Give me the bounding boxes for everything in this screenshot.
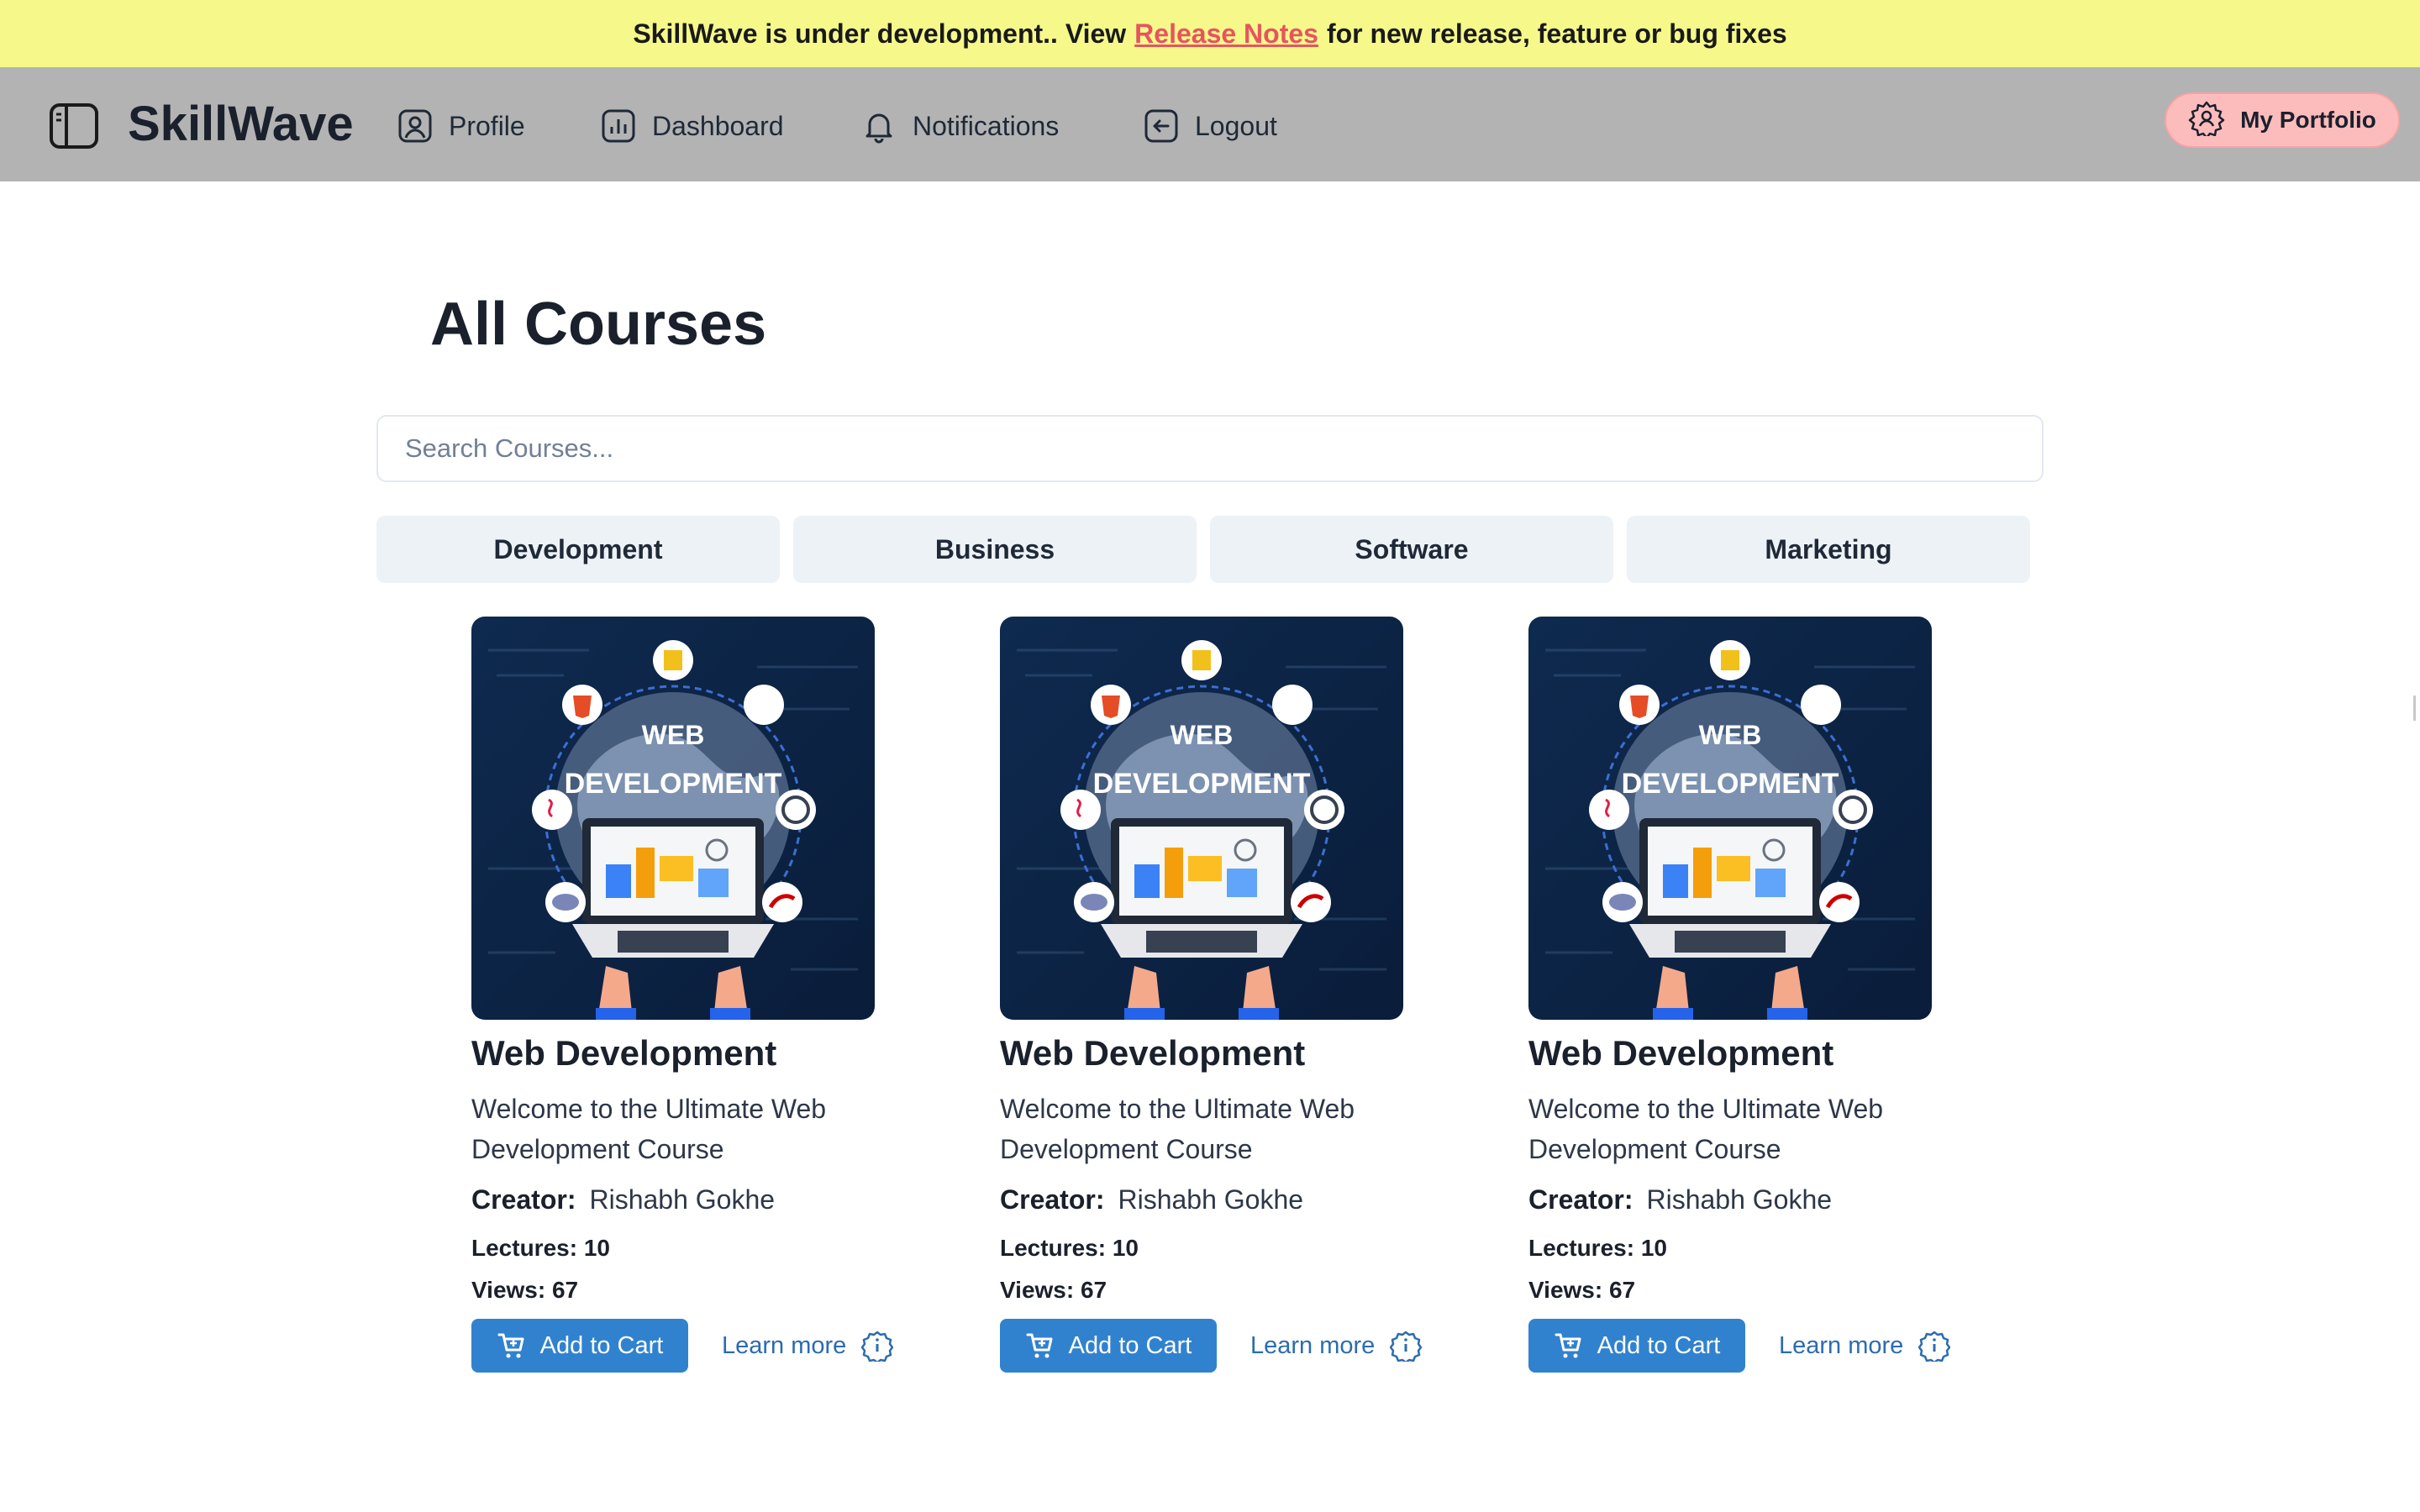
thumbnail-heading-line2: DEVELOPMENT [1093,768,1311,800]
cart-icon [497,1333,524,1358]
add-to-cart-button[interactable]: Add to Cart [1000,1319,1217,1373]
course-creator: Creator: Rishabh Gokhe [1000,1184,1303,1215]
dev-banner: SkillWave is under development.. View Re… [0,0,2420,67]
add-to-cart-label: Add to Cart [1068,1331,1192,1359]
page-title: All Courses [430,291,767,358]
release-notes-link[interactable]: Release Notes [1134,18,1318,50]
nav-item-profile[interactable]: Profile [397,102,525,150]
creator-name: Rishabh Gokhe [1118,1184,1304,1215]
tab-marketing[interactable]: Marketing [1627,516,2030,583]
creator-name: Rishabh Gokhe [1646,1184,1833,1215]
add-to-cart-label: Add to Cart [539,1331,664,1359]
sidebar-icon [50,103,98,149]
course-lectures: Lectures: 10 [1528,1235,1667,1261]
thumbnail-heading-line1: WEB [1699,720,1762,750]
learn-more-link[interactable]: Learn more [1779,1319,1951,1373]
course-views: Views: 67 [1000,1277,1107,1303]
cart-icon [1555,1333,1581,1358]
nav-item-notifications[interactable]: Notifications [860,102,1059,150]
course-thumbnail[interactable]: WEB DEVELOPMENT [471,617,875,1020]
tab-business[interactable]: Business [793,516,1197,583]
course-views: Views: 67 [1528,1277,1636,1303]
nav-item-logout[interactable]: Logout [1143,102,1277,150]
nav-item-label: Dashboard [652,110,784,141]
course-lectures: Lectures: 10 [471,1235,610,1261]
course-title: Web Development [471,1033,777,1073]
gear-icon [2188,99,2225,142]
creator-label: Creator: [1000,1184,1105,1215]
tab-development[interactable]: Development [376,516,780,583]
info-icon [1390,1331,1423,1362]
creator-label: Creator: [1528,1184,1634,1215]
course-lectures: Lectures: 10 [1000,1235,1139,1261]
logout-icon [1143,108,1180,144]
top-navbar: SkillWave Profile Dashboard Notification… [0,67,2420,181]
course-title: Web Development [1528,1033,1834,1073]
course-card: WEB DEVELOPMENT Web Development Welcome … [1000,617,1470,1373]
add-to-cart-button[interactable]: Add to Cart [1528,1319,1745,1373]
course-card: WEB DEVELOPMENT Web Development Welcome … [1528,617,1999,1373]
search-courses-input[interactable] [376,415,2044,482]
info-icon [1918,1331,1951,1362]
thumbnail-heading-line1: WEB [1171,720,1234,750]
course-title: Web Development [1000,1033,1306,1073]
tab-software[interactable]: Software [1210,516,1613,583]
course-description: Welcome to the Ultimate Web Development … [1000,1094,1355,1164]
cart-icon [1026,1333,1053,1358]
my-portfolio-label: My Portfolio [2240,107,2376,133]
my-portfolio-button[interactable]: My Portfolio [2165,92,2400,148]
course-creator: Creator: Rishabh Gokhe [1528,1184,1832,1215]
thumbnail-heading-line2: DEVELOPMENT [565,768,782,800]
brand-logo-text[interactable]: SkillWave [128,97,354,151]
creator-name: Rishabh Gokhe [589,1184,776,1215]
add-to-cart-label: Add to Cart [1597,1331,1721,1359]
creator-label: Creator: [471,1184,576,1215]
nav-item-label: Notifications [913,110,1060,141]
course-thumbnail[interactable]: WEB DEVELOPMENT [1528,617,1932,1020]
course-creator: Creator: Rishabh Gokhe [471,1184,775,1215]
user-icon [397,108,434,144]
info-icon [861,1331,894,1362]
banner-text-prefix: SkillWave is under development.. View [633,18,1127,49]
add-to-cart-button[interactable]: Add to Cart [471,1319,688,1373]
course-thumbnail[interactable]: WEB DEVELOPMENT [1000,617,1403,1020]
scroll-edge-indicator [2413,696,2420,721]
nav-item-dashboard[interactable]: Dashboard [600,102,784,150]
chart-icon [600,108,637,144]
course-description: Welcome to the Ultimate Web Development … [1528,1094,1884,1164]
nav-item-label: Logout [1195,110,1277,141]
learn-more-link[interactable]: Learn more [722,1319,894,1373]
banner-text-suffix: for new release, feature or bug fixes [1326,18,1787,49]
thumbnail-heading-line2: DEVELOPMENT [1622,768,1839,800]
course-description: Welcome to the Ultimate Web Development … [471,1094,827,1164]
bell-icon [860,108,897,144]
course-card: WEB DEVELOPMENT Web Development Welcome … [471,617,942,1373]
learn-more-label: Learn more [722,1331,847,1359]
learn-more-label: Learn more [1250,1331,1376,1359]
sidebar-toggle-button[interactable] [49,102,99,150]
nav-item-label: Profile [449,110,525,141]
learn-more-link[interactable]: Learn more [1250,1319,1423,1373]
course-views: Views: 67 [471,1277,579,1303]
learn-more-label: Learn more [1779,1331,1904,1359]
thumbnail-heading-line1: WEB [642,720,705,750]
